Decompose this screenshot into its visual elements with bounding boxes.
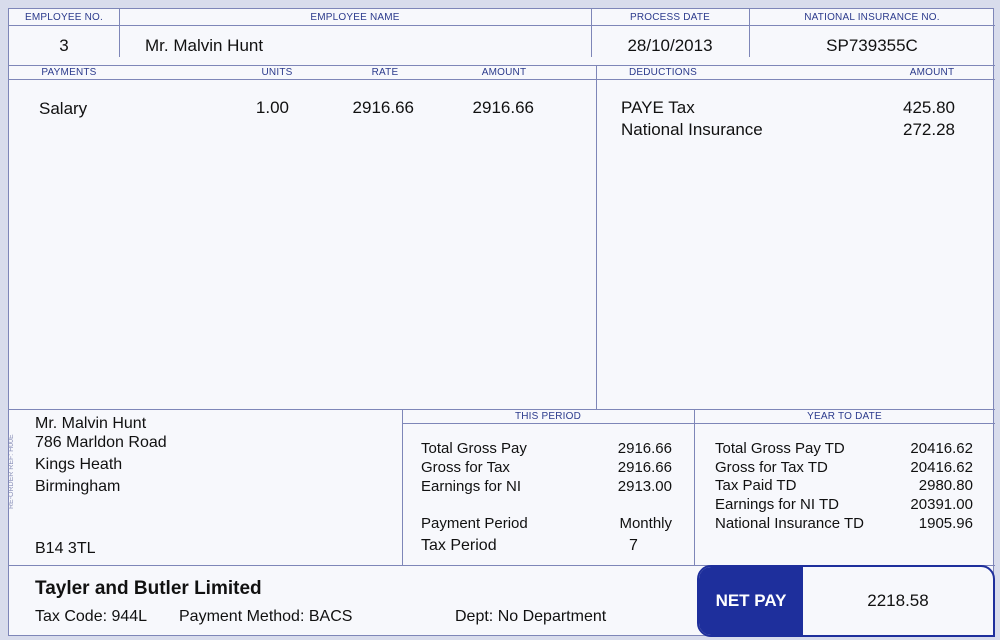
deduction-label: National Insurance <box>621 120 763 139</box>
address-line: Birmingham <box>35 478 121 495</box>
this-period-label: Earnings for NI <box>421 478 522 495</box>
header-units: UNITS <box>261 67 293 78</box>
department: Dept: No Department <box>455 608 607 625</box>
deduction-label: PAYE Tax <box>621 98 695 117</box>
this-period-value: 2913.00 <box>617 478 672 495</box>
ytd-label: Gross for Tax TD <box>715 459 828 476</box>
net-pay-label: NET PAY <box>699 567 803 635</box>
this-period-value: 2916.66 <box>617 459 672 476</box>
ytd-label: Earnings for NI TD <box>715 496 839 513</box>
this-period-value: 2916.66 <box>617 440 672 457</box>
payment-amount: 2916.66 <box>472 98 534 117</box>
rule <box>402 409 403 565</box>
header-payments: PAYMENTS <box>41 67 97 78</box>
deduction-amount: 425.80 <box>903 98 955 117</box>
address-line: 786 Marldon Road <box>35 434 167 451</box>
address-line: Mr. Malvin Hunt <box>35 415 147 432</box>
payment-method: Payment Method: BACS <box>179 608 353 625</box>
side-reorder-text: RE-ORDER REF: H00E <box>8 434 15 509</box>
ytd-label: Total Gross Pay TD <box>715 440 845 457</box>
payment-label: Salary <box>39 99 88 118</box>
rule <box>9 409 995 410</box>
header-employee-no: EMPLOYEE No. <box>25 12 103 23</box>
employee-number: 3 <box>59 36 69 55</box>
ytd-value: 20416.62 <box>910 440 973 457</box>
address-postcode: B14 3TL <box>35 540 96 557</box>
this-period-label: Gross for Tax <box>421 459 510 476</box>
ni-number: SP739355C <box>826 36 918 55</box>
header-deductions: DEDUCTIONS <box>628 67 698 78</box>
tax-period-value: 7 <box>629 537 638 554</box>
header-ni-number: NATIONAL INSURANCE No. <box>804 12 940 23</box>
header-rate: RATE <box>371 67 399 78</box>
payment-rate: 2916.66 <box>352 98 414 117</box>
ytd-value: 2980.80 <box>918 477 973 494</box>
rule <box>9 65 995 66</box>
header-this-period: THIS PERIOD <box>514 411 582 422</box>
payment-units: 1.00 <box>255 98 289 117</box>
rule <box>9 25 995 26</box>
rule <box>694 409 695 565</box>
ytd-value: 1905.96 <box>918 515 973 532</box>
ytd-value: 20416.62 <box>910 459 973 476</box>
payment-period-value: Monthly <box>619 515 672 532</box>
header-process-date: PROCESS DATE <box>629 12 710 23</box>
payment-period-label: Payment Period <box>421 515 528 532</box>
header-amount: AMOUNT <box>481 67 527 78</box>
process-date: 28/10/2013 <box>627 36 713 55</box>
employee-name: Mr. Malvin Hunt <box>145 36 264 55</box>
address-line: Kings Heath <box>35 456 123 473</box>
company-name: Tayler and Butler Limited <box>35 578 262 599</box>
deduction-amount: 272.28 <box>903 120 955 139</box>
ytd-label: Tax Paid TD <box>715 477 797 494</box>
payslip: EMPLOYEE No. EMPLOYEE NAME PROCESS DATE … <box>8 8 995 637</box>
ytd-value: 20391.00 <box>910 496 973 513</box>
net-pay-value: 2218.58 <box>867 591 929 610</box>
header-year-to-date: YEAR TO DATE <box>807 411 882 422</box>
rule <box>9 79 995 80</box>
this-period-label: Total Gross Pay <box>421 440 527 457</box>
rule <box>119 9 120 57</box>
rule <box>596 65 597 409</box>
net-pay-box: NET PAY 2218.58 <box>697 565 995 637</box>
header-deductions-amount: AMOUNT <box>909 67 955 78</box>
tax-period-label: Tax Period <box>421 537 497 554</box>
rule <box>402 423 995 424</box>
tax-code: Tax Code: 944L <box>35 608 148 625</box>
header-employee-name: EMPLOYEE NAME <box>310 12 400 23</box>
ytd-label: National Insurance TD <box>715 515 864 532</box>
